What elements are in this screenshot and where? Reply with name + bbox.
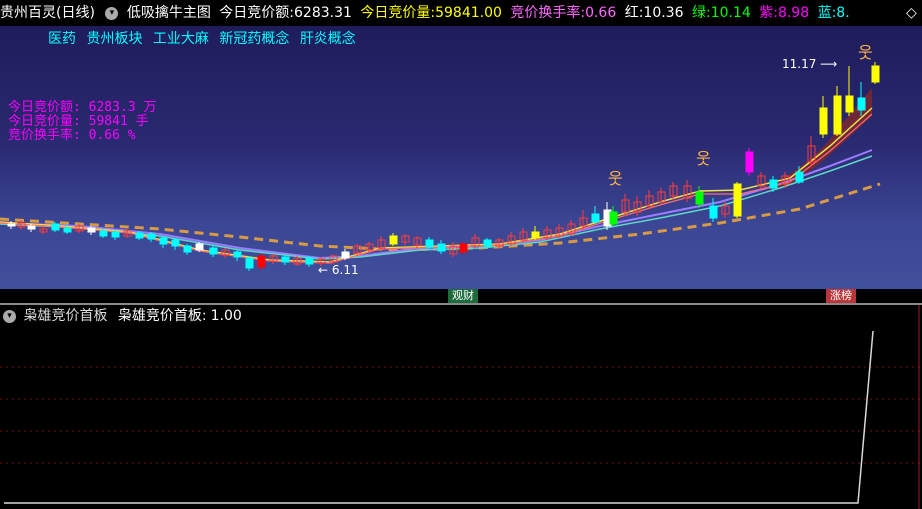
candle-body	[591, 213, 600, 223]
candle-body	[305, 257, 314, 265]
auction-stats: 今日竞价额: 6283.3 万今日竞价量: 59841 手竞价换手率: 0.66…	[8, 101, 156, 143]
buy-signal-icon: 웃	[608, 169, 623, 188]
right-badge[interactable]: 涨榜	[826, 289, 856, 303]
candle-body	[195, 243, 204, 251]
stat-amount: 今日竞价额: 6283.3 万	[8, 100, 157, 115]
candle-body	[135, 232, 144, 239]
low-price-label: ← 6.11	[318, 263, 359, 277]
candle-body	[459, 243, 468, 253]
sub-indicator-value-label: 枭雄竞价首板:	[117, 308, 207, 324]
red-value: 10.36	[643, 5, 684, 21]
candle-body	[769, 179, 778, 189]
kline-canvas: 웃웃웃11.17 ⟶← 6.11	[0, 43, 881, 277]
candle-body	[695, 191, 704, 205]
blue-value: 8.	[836, 5, 850, 21]
buy-signal-icon: 웃	[858, 43, 873, 62]
blue-label: 蓝:	[817, 5, 837, 21]
sub-indicator-name[interactable]: 枭雄竞价首板	[23, 308, 107, 324]
candle-body	[871, 65, 880, 83]
date-axis-strip: 观财 涨榜	[0, 289, 922, 303]
stat-volume: 今日竞价量: 59841 手	[8, 114, 149, 129]
candle-body	[147, 233, 156, 240]
candle-body	[281, 256, 290, 263]
candle-body	[233, 251, 242, 258]
high-price-label: 11.17 ⟶	[782, 57, 837, 71]
candle-body	[833, 95, 842, 135]
signal-line	[4, 330, 874, 504]
candle-body	[709, 205, 718, 219]
candle-body	[51, 223, 60, 231]
sub-indicator-panel[interactable]: ▾ 枭雄竞价首板 枭雄竞价首板: 1.00	[0, 305, 922, 509]
sub-indicator-title: ▾ 枭雄竞价首板 枭雄竞价首板: 1.00	[0, 305, 242, 327]
candle-body	[27, 225, 36, 230]
candle-body	[111, 231, 120, 238]
candle-body	[819, 107, 828, 135]
concept-tag[interactable]: 工业大麻	[153, 31, 209, 47]
amount-value: 6283.31	[294, 5, 352, 21]
candle-body	[63, 227, 72, 233]
candle-body	[795, 171, 804, 183]
concept-tag[interactable]: 贵州板块	[86, 31, 142, 47]
candle-body	[609, 211, 618, 225]
concept-tags: 医药 贵州板块 工业大麻 新冠药概念 肝炎概念	[48, 28, 362, 48]
volume-value: 59841.00	[435, 5, 502, 21]
stat-turnover: 竞价换手率: 0.66 %	[8, 128, 136, 143]
candle-body	[209, 247, 218, 255]
candle-body	[745, 151, 754, 173]
chevron-down-icon[interactable]: ▾	[3, 309, 16, 323]
candle-body	[425, 239, 434, 248]
chevron-down-icon[interactable]: ▾	[105, 6, 119, 20]
candle-body	[257, 255, 266, 268]
concept-tag[interactable]: 肝炎概念	[300, 31, 356, 47]
candle-body	[7, 223, 16, 227]
green-label: 绿:	[691, 5, 711, 21]
concept-tag[interactable]: 医药	[48, 31, 76, 47]
sub-indicator-value: 1.00	[210, 308, 242, 324]
volume-label: 今日竞价量:	[360, 5, 436, 21]
candle-body	[183, 245, 192, 253]
purple-label: 紫:	[759, 5, 778, 21]
candle-body	[171, 239, 180, 247]
green-value: 10.14	[710, 5, 751, 21]
candle-body	[483, 239, 492, 247]
candle-body	[245, 257, 254, 269]
candle-body	[531, 231, 540, 239]
candle-body	[159, 237, 168, 245]
turnover-value: 0.66	[585, 5, 617, 21]
candle-body	[341, 251, 350, 259]
turnover-label: 竞价换手率:	[510, 5, 586, 21]
left-badge[interactable]: 观财	[448, 289, 478, 303]
concept-tag[interactable]: 新冠药概念	[219, 31, 289, 47]
candle-body	[389, 235, 398, 245]
title-bar: 贵州百灵(日线) ▾ 低吸擒牛主图 今日竞价额:6283.31 今日竞价量:59…	[0, 0, 922, 26]
candle-body	[857, 97, 866, 111]
buy-signal-icon: 웃	[696, 149, 711, 168]
candle-body	[733, 183, 742, 217]
candle-body	[87, 227, 96, 233]
amount-label: 今日竞价额:	[219, 5, 295, 21]
sub-indicator-canvas	[0, 305, 922, 509]
indicator-name[interactable]: 低吸擒牛主图	[127, 5, 211, 21]
stock-name[interactable]: 贵州百灵(日线)	[0, 5, 95, 21]
diamond-icon[interactable]: ◇	[906, 0, 917, 26]
kline-panel[interactable]: 웃 웃 웃 11.17 ⟶ ← 6.11 医药 贵州板块 工业大麻 新冠药概念 肝炎概念…	[0, 26, 922, 289]
candle-body	[845, 95, 854, 113]
red-label: 红:	[624, 5, 644, 21]
candle-body	[99, 230, 108, 237]
purple-value: 8.98	[777, 5, 810, 21]
candle-body	[437, 243, 446, 252]
